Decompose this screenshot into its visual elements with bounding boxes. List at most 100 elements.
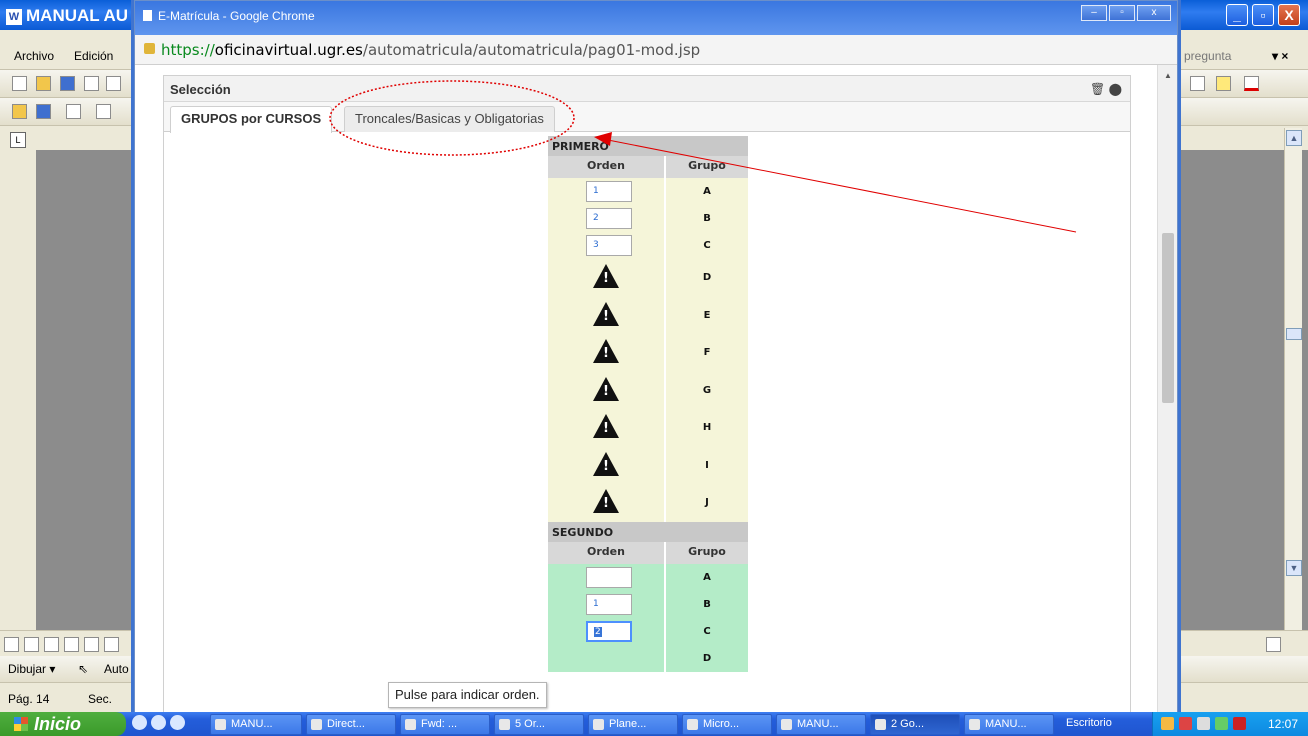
reading-view-icon[interactable] xyxy=(84,637,99,652)
taskbar-item[interactable]: Plane... xyxy=(588,714,678,735)
ie-icon xyxy=(311,719,322,730)
tab-strip: GRUPOS por CURSOS Troncales/Basicas y Ob… xyxy=(164,102,1130,133)
warning-icon[interactable] xyxy=(593,489,619,513)
web-view-icon[interactable] xyxy=(24,637,39,652)
panel-header: Selección 🗑 ⬤ xyxy=(164,76,1130,102)
windows-flag-icon xyxy=(14,717,28,731)
scroll-up-icon[interactable]: ▲ xyxy=(1286,130,1302,146)
page-viewport: Selección 🗑 ⬤ GRUPOS por CURSOS Troncale… xyxy=(135,65,1157,713)
mail-icon xyxy=(405,719,416,730)
tray-icon[interactable] xyxy=(1215,717,1228,730)
menu-edicion[interactable]: Edición xyxy=(74,49,113,63)
table-row: F xyxy=(548,334,748,372)
warning-icon[interactable] xyxy=(593,301,619,326)
scroll-thumb[interactable] xyxy=(1162,233,1174,403)
word-vertical-scrollbar[interactable]: ▲ ▼ xyxy=(1284,128,1302,658)
status-section: Sec. xyxy=(88,692,113,706)
start-button[interactable]: Inicio xyxy=(0,712,126,736)
group-selection-table: PRIMERO OrdenGrupo 1A 2B 3C D E F G H I … xyxy=(548,136,748,672)
scroll-up-icon[interactable]: ▲ xyxy=(1164,71,1172,80)
select-arrow-icon[interactable]: ⇖ xyxy=(78,662,88,676)
orden-input[interactable]: 1 xyxy=(586,593,632,615)
toolbar-icon-a[interactable] xyxy=(12,104,27,119)
tray-icon[interactable] xyxy=(1161,717,1174,730)
normal-view-icon[interactable] xyxy=(4,637,19,652)
tab-troncales[interactable]: Troncales/Basicas y Obligatorias xyxy=(344,106,555,132)
tooltip: Pulse para indicar orden. xyxy=(388,682,547,708)
grupo-label: C xyxy=(666,617,748,645)
menu-archivo[interactable]: Archivo xyxy=(14,49,54,63)
autoshapes-menu[interactable]: Auto xyxy=(104,662,129,676)
orden-input[interactable] xyxy=(586,566,632,588)
quicklaunch-icon-1[interactable] xyxy=(132,715,147,730)
chrome-minimize-button[interactable]: – xyxy=(1081,5,1107,21)
scroll-thumb[interactable] xyxy=(1286,328,1302,340)
desktop-toolbar[interactable]: Escritorio xyxy=(1058,714,1148,735)
table-row: H xyxy=(548,409,748,447)
scroll-left-icon[interactable] xyxy=(104,637,119,652)
ie-icon[interactable] xyxy=(151,715,166,730)
taskbar-item[interactable]: Direct... xyxy=(306,714,396,735)
taskbar-item[interactable]: Fwd: ... xyxy=(400,714,490,735)
minimize-panel-icon[interactable]: ⬤ xyxy=(1109,82,1122,96)
chrome-close-button[interactable]: x xyxy=(1137,5,1171,21)
tray-icon[interactable] xyxy=(1197,717,1210,730)
new-doc-icon[interactable] xyxy=(12,76,27,91)
word-minimize-button[interactable]: _ xyxy=(1226,4,1248,26)
chrome-restore-button[interactable]: ▫ xyxy=(1109,5,1135,21)
taskbar-item[interactable]: MANU... xyxy=(964,714,1054,735)
toolbar-icon-c[interactable] xyxy=(66,104,81,119)
outline-view-icon[interactable] xyxy=(64,637,79,652)
help-close[interactable]: ▾ × xyxy=(1272,49,1288,63)
warning-icon[interactable] xyxy=(593,264,619,288)
quicklaunch-icon-3[interactable] xyxy=(170,715,185,730)
table-row: 2B xyxy=(548,205,748,232)
orden-input-focused[interactable]: 2 xyxy=(586,620,632,642)
warning-icon[interactable] xyxy=(593,414,619,438)
orden-input[interactable]: 3 xyxy=(586,235,632,256)
warning-icon[interactable] xyxy=(593,339,619,363)
trash-icon[interactable]: 🗑 xyxy=(1090,82,1105,96)
save-icon[interactable] xyxy=(60,76,75,91)
tray-icon[interactable] xyxy=(1233,717,1246,730)
table-row: G xyxy=(548,371,748,409)
tab-grupos-por-cursos[interactable]: GRUPOS por CURSOS xyxy=(170,106,333,133)
help-question-box[interactable]: pregunta xyxy=(1184,49,1231,63)
address-bar[interactable]: https://oficinavirtual.ugr.es/automatric… xyxy=(135,35,1177,65)
orden-selected-text: 2 xyxy=(594,626,602,637)
grupo-label: A xyxy=(666,178,748,205)
print-view-icon[interactable] xyxy=(44,637,59,652)
word-close-button[interactable]: X xyxy=(1278,4,1300,26)
taskbar-item-active[interactable]: 2 Go... xyxy=(870,714,960,735)
taskbar-item[interactable]: Micro... xyxy=(682,714,772,735)
orden-input[interactable]: 1 xyxy=(586,181,632,202)
highlight-icon[interactable] xyxy=(1216,76,1231,91)
tray-icon[interactable] xyxy=(1179,717,1192,730)
table-row: 3C xyxy=(548,232,748,259)
open-folder-icon[interactable] xyxy=(36,76,51,91)
print-icon[interactable] xyxy=(106,76,121,91)
font-color-icon[interactable] xyxy=(1244,76,1259,91)
taskbar-item[interactable]: MANU... xyxy=(776,714,866,735)
quick-launch xyxy=(132,715,206,733)
word-icon xyxy=(781,719,792,730)
taskbar-item[interactable]: MANU... xyxy=(210,714,302,735)
orden-input[interactable]: 2 xyxy=(586,208,632,229)
toolbar-icon-b[interactable] xyxy=(36,104,51,119)
scroll-right-icon[interactable] xyxy=(1266,637,1281,652)
warning-icon[interactable] xyxy=(593,376,619,401)
draw-menu[interactable]: Dibujar ▾ xyxy=(8,662,55,676)
word-maximize-button[interactable]: ▫ xyxy=(1252,4,1274,26)
toolbar-icon-d[interactable] xyxy=(96,104,111,119)
app-icon xyxy=(593,719,604,730)
print-preview-icon[interactable] xyxy=(84,76,99,91)
align-icon[interactable] xyxy=(1190,76,1205,91)
table-row: I xyxy=(548,446,748,484)
warning-icon[interactable] xyxy=(593,451,619,476)
grupo-label: C xyxy=(666,232,748,259)
tab-stop-selector[interactable]: L xyxy=(10,132,26,148)
excel-icon xyxy=(687,719,698,730)
taskbar-item[interactable]: 5 Or... xyxy=(494,714,584,735)
chrome-vertical-scrollbar[interactable]: ▲ xyxy=(1157,65,1177,713)
scroll-down-icon[interactable]: ▼ xyxy=(1286,560,1302,576)
